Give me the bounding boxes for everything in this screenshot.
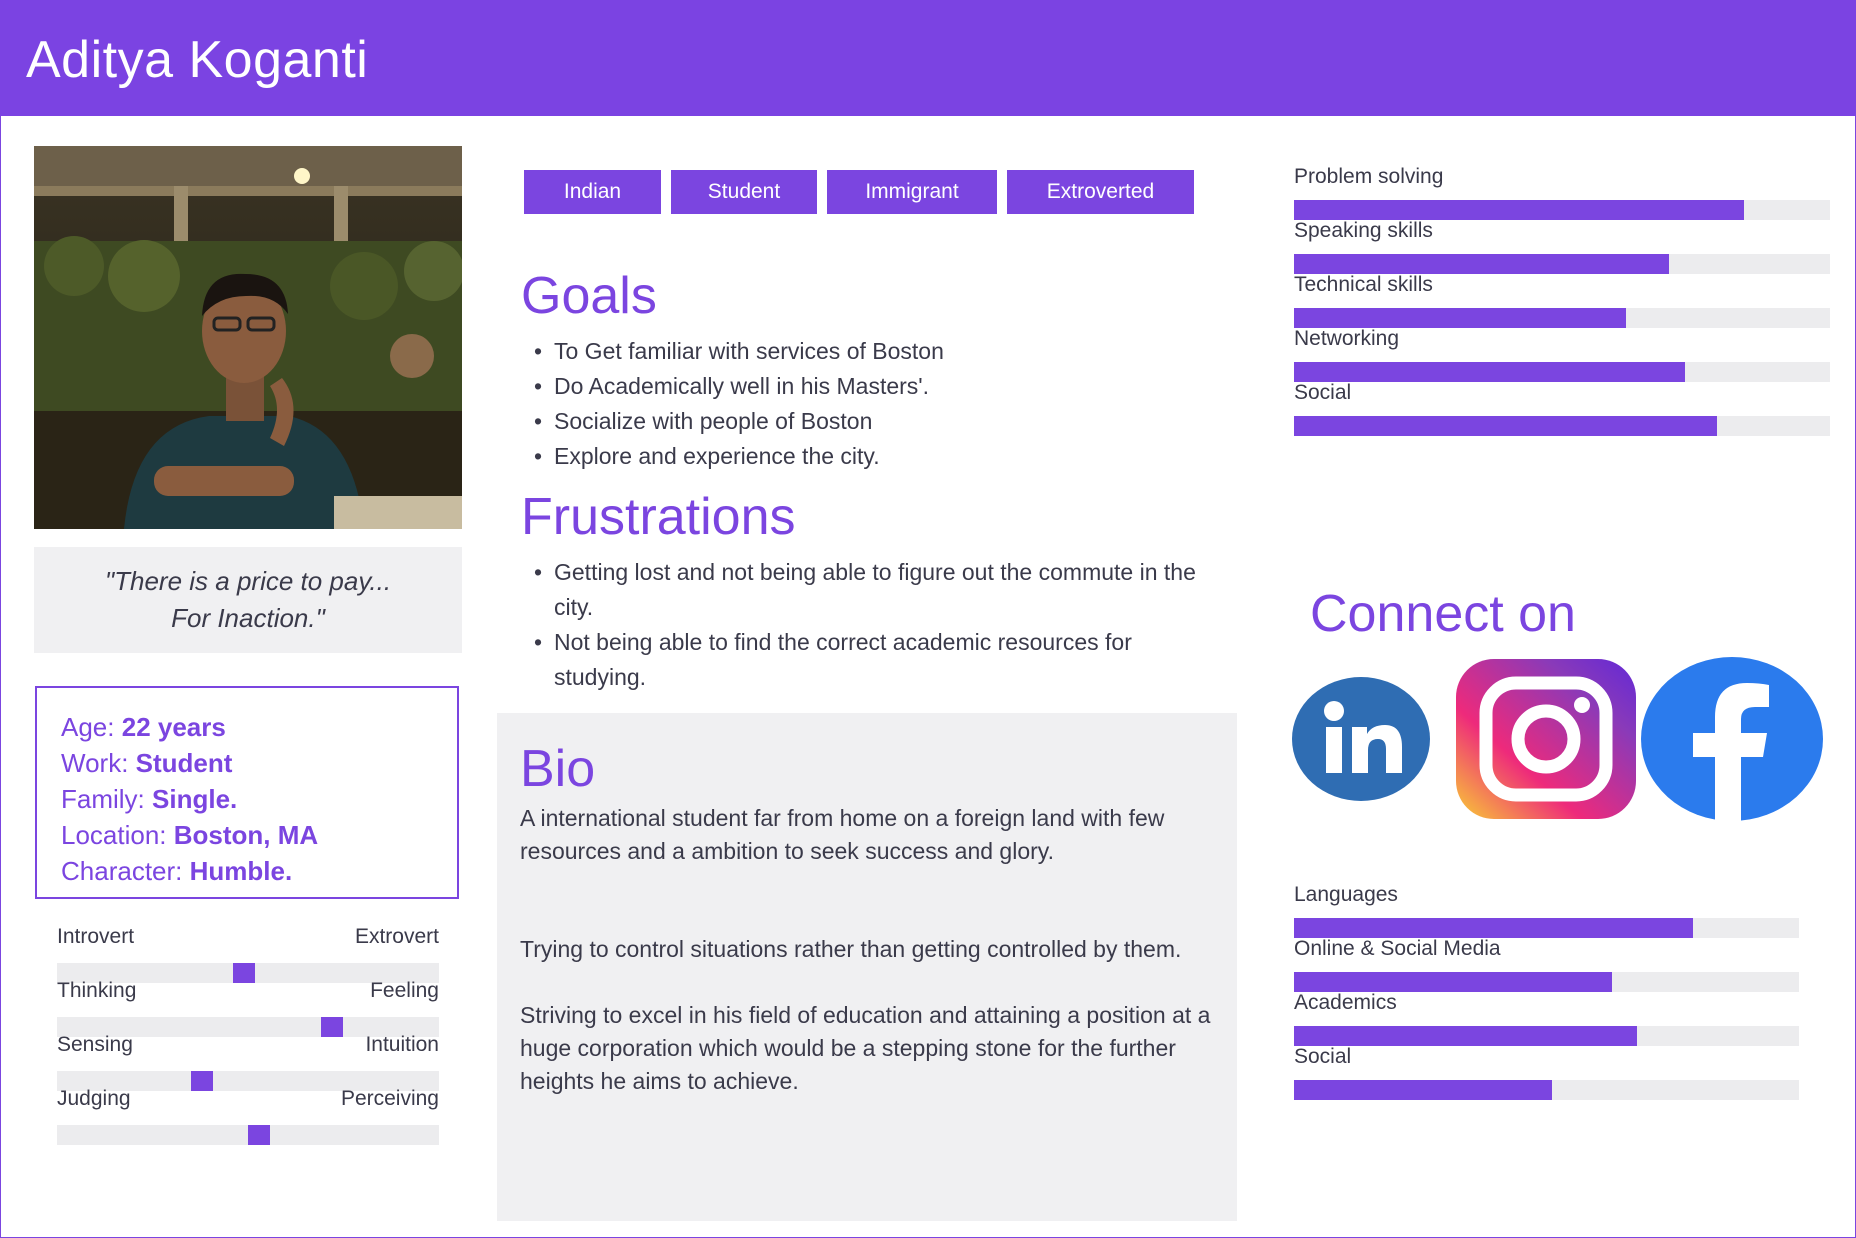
list-item: Socialize with people of Boston [524, 404, 1204, 439]
age-value: 22 years [121, 712, 226, 742]
trait-left-label: Judging [57, 1087, 131, 1110]
family-label: Family: [61, 784, 145, 814]
tag-indian: Indian [524, 170, 661, 214]
work-row: Work: Student [61, 745, 433, 781]
location-label: Location: [61, 820, 167, 850]
frustrations-list: Getting lost and not being able to figur… [524, 555, 1224, 695]
character-value: Humble. [189, 856, 293, 886]
list-item: Not being able to find the correct acade… [524, 625, 1224, 695]
age-label: Age: [61, 712, 115, 742]
skill-fill [1294, 200, 1745, 220]
trait-left-label: Sensing [57, 1033, 133, 1056]
skill-label: Social [1294, 381, 1352, 404]
skill-label: Speaking skills [1294, 219, 1433, 242]
quote-line-2: For Inaction." [171, 603, 325, 633]
quote-line-1: "There is a price to pay... [104, 566, 392, 596]
age-row: Age: 22 years [61, 709, 433, 745]
trait-sensing-intuition: Sensing Intuition [57, 1033, 439, 1091]
bio-title: Bio [520, 740, 596, 798]
trait-right-label: Perceiving [340, 1087, 439, 1110]
trait-introvert-extrovert: Introvert Extrovert [57, 925, 439, 983]
channel-fill [1294, 972, 1613, 992]
family-value: Single. [152, 784, 238, 814]
trait-left-label: Thinking [57, 979, 137, 1002]
trait-left-label: Introvert [57, 925, 135, 948]
skill-networking: Networking [1294, 327, 1830, 382]
channel-fill [1294, 918, 1693, 938]
work-value: Student [135, 748, 233, 778]
channel-track [1294, 1026, 1799, 1046]
header-bar: Aditya Koganti [0, 0, 1856, 116]
skill-technical: Technical skills [1294, 273, 1830, 328]
skill-label: Technical skills [1294, 273, 1433, 296]
trait-marker [248, 1125, 270, 1145]
skill-speaking: Speaking skills [1294, 219, 1830, 274]
family-row: Family: Single. [61, 781, 433, 817]
persona-name: Aditya Koganti [26, 31, 369, 89]
skill-fill [1294, 416, 1718, 436]
skill-label: Problem solving [1294, 165, 1444, 188]
skill-social: Social [1294, 381, 1830, 436]
list-item: Explore and experience the city. [524, 439, 1204, 474]
channel-academics: Academics [1294, 991, 1799, 1046]
location-row: Location: Boston, MA [61, 817, 433, 853]
list-item: Getting lost and not being able to figur… [524, 555, 1224, 625]
channel-fill [1294, 1080, 1552, 1100]
trait-right-label: Feeling [370, 979, 439, 1002]
channel-track [1294, 972, 1799, 992]
channel-label: Languages [1294, 883, 1398, 906]
tag-immigrant: Immigrant [827, 170, 997, 214]
goals-list: To Get familiar with services of Boston … [524, 334, 1204, 474]
channel-label: Social [1294, 1045, 1352, 1068]
goals-title: Goals [521, 267, 657, 325]
skill-track [1294, 200, 1830, 220]
channel-track [1294, 918, 1799, 938]
skill-fill [1294, 308, 1627, 328]
work-label: Work: [61, 748, 129, 778]
persona-quote: "There is a price to pay... For Inaction… [34, 547, 462, 653]
skill-track [1294, 416, 1830, 436]
location-value: Boston, MA [173, 820, 319, 850]
trait-right-label: Extrovert [354, 925, 439, 948]
channel-online-social-media: Online & Social Media [1294, 937, 1799, 992]
skill-track [1294, 362, 1830, 382]
channel-social: Social [1294, 1045, 1799, 1100]
tag-student: Student [671, 170, 817, 214]
channel-label: Academics [1294, 991, 1397, 1014]
channel-track [1294, 1080, 1799, 1100]
list-item: To Get familiar with services of Boston [524, 334, 1204, 369]
character-label: Character: [61, 856, 183, 886]
instagram-icon[interactable] [1456, 659, 1636, 824]
channel-languages: Languages [1294, 883, 1799, 938]
bio-paragraph-1: A international student far from home on… [520, 805, 1165, 864]
trait-right-label: Intuition [365, 1033, 439, 1056]
channel-fill [1294, 1026, 1638, 1046]
persona-tags: Indian Student Immigrant Extroverted [524, 170, 1204, 214]
skill-track [1294, 254, 1830, 274]
tag-extroverted: Extroverted [1007, 170, 1194, 214]
skill-fill [1294, 254, 1670, 274]
skill-track [1294, 308, 1830, 328]
bio-paragraph-3: Striving to excel in his field of educat… [520, 1002, 1211, 1094]
linkedin-icon[interactable] [1292, 677, 1430, 806]
trait-thinking-feeling: Thinking Feeling [57, 979, 439, 1037]
demographics-box: Age: 22 years Work: Student Family: Sing… [35, 686, 459, 899]
facebook-icon[interactable] [1641, 657, 1823, 826]
skill-label: Networking [1294, 327, 1400, 350]
bio-paragraph-2: Trying to control situations rather than… [520, 936, 1182, 962]
skill-problem-solving: Problem solving [1294, 165, 1830, 220]
persona-photo [34, 146, 462, 529]
connect-title: Connect on [1310, 585, 1576, 643]
skill-fill [1294, 362, 1686, 382]
bio-panel: Bio A international student far from hom… [497, 713, 1237, 1221]
trait-track [57, 1125, 439, 1145]
character-row: Character: Humble. [61, 853, 433, 889]
channel-label: Online & Social Media [1294, 937, 1501, 960]
frustrations-title: Frustrations [521, 488, 796, 546]
list-item: Do Academically well in his Masters'. [524, 369, 1204, 404]
trait-judging-perceiving: Judging Perceiving [57, 1087, 439, 1145]
